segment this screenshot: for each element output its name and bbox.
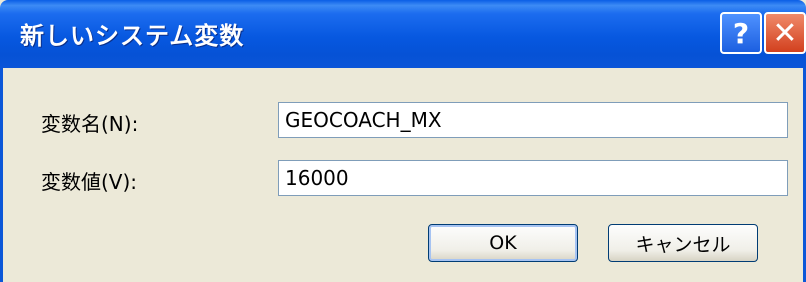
variable-value-field[interactable]: 16000 (278, 160, 788, 196)
dialog-title: 新しいシステム変数 (20, 22, 245, 50)
ok-button[interactable]: OK (428, 224, 578, 262)
title-bar[interactable]: 新しいシステム変数 ? ✕ (0, 0, 806, 68)
variable-name-label: 変数名(N): (41, 112, 139, 136)
new-system-variable-dialog: 新しいシステム変数 ? ✕ 変数名(N): GEOCOACH_MX 変数値(V)… (0, 0, 806, 282)
help-button[interactable]: ? (720, 12, 762, 54)
help-icon: ? (732, 16, 750, 50)
close-button[interactable]: ✕ (764, 12, 806, 54)
close-icon: ✕ (772, 15, 798, 51)
dialog-body: 変数名(N): GEOCOACH_MX 変数値(V): 16000 OK キャン… (0, 68, 806, 282)
cancel-button[interactable]: キャンセル (608, 224, 758, 262)
variable-value-label: 変数値(V): (41, 170, 138, 194)
variable-name-field[interactable]: GEOCOACH_MX (278, 102, 788, 138)
